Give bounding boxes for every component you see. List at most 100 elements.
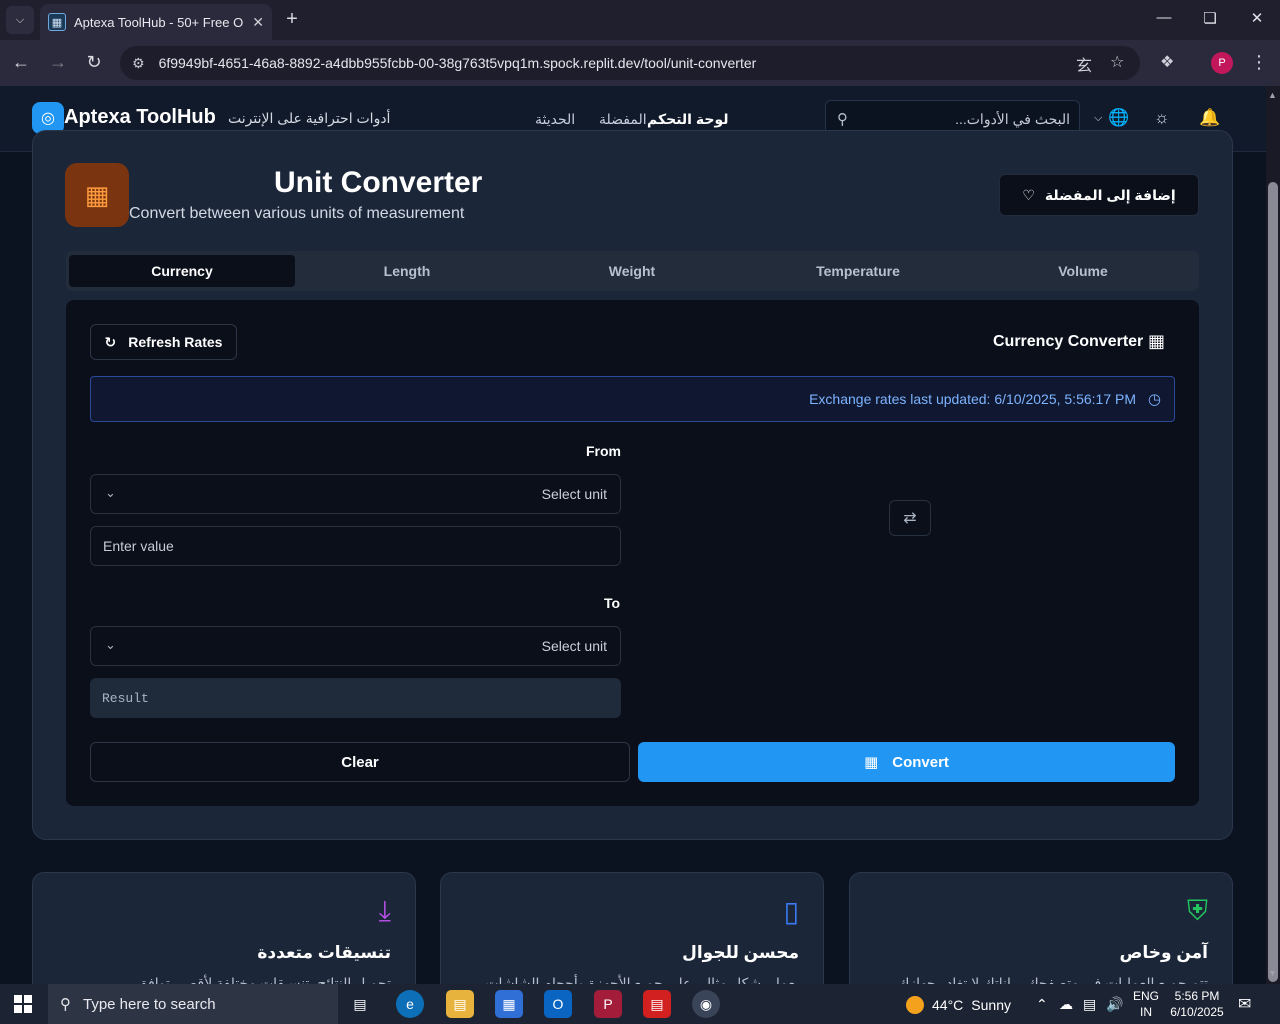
new-tab-plus-icon[interactable]: + <box>282 8 302 31</box>
restore-icon[interactable]: ❏ <box>1200 9 1220 27</box>
nav-recent[interactable]: الحديثة <box>535 111 575 128</box>
nav-dashboard[interactable]: لوحة التحكم <box>647 111 728 128</box>
to-label: To <box>604 595 621 611</box>
tab-weight[interactable]: Weight <box>519 255 745 287</box>
search-icon: ⚲ <box>837 111 848 128</box>
page-scrollbar[interactable]: ▲ ▼ <box>1266 86 1280 984</box>
tool-title: Unit Converter <box>274 166 483 199</box>
to-select-text: Select unit <box>541 638 607 654</box>
browser-menu-icon[interactable]: ⋮ <box>1250 52 1268 73</box>
chevron-down-icon[interactable]: ⌵ <box>1094 112 1102 125</box>
extensions-puzzle-icon[interactable]: ❖ <box>1160 52 1174 72</box>
clock-icon: ◷ <box>1147 391 1161 408</box>
outlook-icon[interactable]: O <box>544 990 572 1018</box>
chrome-icon[interactable]: ◉ <box>692 990 720 1018</box>
brand-tagline: أدوات احترافية على الإنترنت <box>228 110 391 126</box>
brand-name[interactable]: Aptexa ToolHub <box>64 106 216 129</box>
tool-description: Convert between various units of measure… <box>129 205 465 222</box>
calculator-icon: ▦ <box>864 754 879 771</box>
swap-units-icon[interactable]: ⇄ <box>889 500 931 536</box>
browser-tab-active[interactable]: ▦ Aptexa ToolHub - 50+ Free Onl ✕ <box>40 4 272 40</box>
taskbar-search-input[interactable] <box>83 995 243 1013</box>
chevron-down-icon: ⌄ <box>105 485 116 500</box>
translate-icon[interactable]: 玄 <box>1076 52 1092 76</box>
shield-icon: ⛨ <box>1186 895 1208 926</box>
chevron-down-icon: ⌄ <box>105 637 116 652</box>
windows-taskbar: ⚲ ▤ e ▤ ▦ O P ▤ ◉ 44°C Sunny ⌃ ☁ ▤ 🔊 ENG… <box>0 984 1280 1024</box>
network-icon[interactable]: ▤ <box>1083 996 1096 1013</box>
value-input[interactable] <box>90 526 621 566</box>
notifications-bell-icon[interactable]: 🔔 <box>1199 108 1220 128</box>
convert-label: Convert <box>892 753 949 771</box>
clock-time: 5:56 PM <box>1174 989 1220 1003</box>
tab-temperature[interactable]: Temperature <box>745 255 971 287</box>
chevron-down-icon: ⌵ <box>15 13 25 26</box>
windows-start-icon[interactable] <box>14 995 32 1013</box>
smartphone-icon: ▯ <box>783 896 799 927</box>
pdf-reader-icon[interactable]: ▤ <box>643 990 671 1018</box>
rates-updated-text: Exchange rates last updated: 6/10/2025, … <box>809 391 1136 407</box>
language-globe-icon[interactable]: 🌐 <box>1108 108 1129 128</box>
task-view-icon[interactable]: ▤ <box>346 990 374 1018</box>
scroll-down-icon[interactable]: ▼ <box>1268 968 1277 978</box>
theme-sun-icon[interactable]: ☼ <box>1154 108 1170 128</box>
from-select-text: Select unit <box>541 486 607 502</box>
site-settings-icon[interactable]: ⚙ <box>132 55 145 72</box>
back-arrow-icon[interactable]: ← <box>10 52 32 73</box>
pdf-app-icon[interactable]: P <box>594 990 622 1018</box>
from-unit-select[interactable]: ⌄ Select unit <box>90 474 621 514</box>
calculator-icon: ▦ <box>1148 331 1166 351</box>
clear-button[interactable]: Clear <box>90 742 630 782</box>
tab-volume[interactable]: Volume <box>970 255 1196 287</box>
microsoft-store-icon[interactable]: ▦ <box>495 990 523 1018</box>
edge-browser-icon[interactable]: e <box>396 990 424 1018</box>
browser-tab-strip: ⌵ ▦ Aptexa ToolHub - 50+ Free Onl ✕ + — … <box>0 0 1280 40</box>
heart-icon: ♡ <box>1022 186 1035 203</box>
feature-title: آمن وخاص <box>1119 943 1208 962</box>
scroll-thumb[interactable] <box>1268 182 1278 982</box>
bookmark-star-icon[interactable]: ☆ <box>1110 52 1124 72</box>
refresh-rates-button[interactable]: ↻ Refresh Rates <box>90 324 237 360</box>
system-clock[interactable]: 5:56 PM 6/10/2025 <box>1168 988 1226 1020</box>
scroll-up-icon[interactable]: ▲ <box>1268 90 1277 100</box>
add-to-favorites-button[interactable]: إضافة إلى المفضلة ♡ <box>999 174 1199 216</box>
onedrive-cloud-icon[interactable]: ☁ <box>1059 996 1073 1013</box>
language-indicator[interactable]: ENG IN <box>1133 988 1159 1020</box>
weather-widget[interactable]: 44°C Sunny <box>906 996 1011 1014</box>
tray-expand-icon[interactable]: ⌃ <box>1036 996 1048 1013</box>
weather-temp: 44°C <box>932 997 964 1013</box>
reload-icon[interactable]: ↻ <box>83 52 105 73</box>
tab-currency[interactable]: Currency <box>69 255 295 287</box>
tab-length[interactable]: Length <box>294 255 520 287</box>
sun-icon <box>906 996 924 1014</box>
search-icon: ⚲ <box>60 996 71 1013</box>
refresh-label: Refresh Rates <box>128 334 223 350</box>
refresh-icon: ↻ <box>104 333 117 350</box>
rates-info-banner: Exchange rates last updated: 6/10/2025, … <box>90 376 1175 422</box>
lang-bottom: IN <box>1140 1005 1152 1019</box>
close-icon[interactable]: ✕ <box>252 14 264 31</box>
profile-avatar[interactable]: P <box>1211 52 1233 74</box>
download-icon: ⤓ <box>378 895 391 926</box>
nav-favorites[interactable]: المفضلة <box>599 111 647 128</box>
address-bar[interactable]: ⚙ 6f9949bf-4651-46a8-8892-a4dbb955fcbb-0… <box>120 46 1140 80</box>
volume-icon[interactable]: 🔊 <box>1106 996 1123 1013</box>
feature-title: محسن للجوال <box>682 943 799 962</box>
weather-text: Sunny <box>971 997 1011 1013</box>
unit-tabs: Currency Length Weight Temperature Volum… <box>66 251 1199 291</box>
from-label: From <box>586 443 621 459</box>
window-close-icon[interactable]: ✕ <box>1247 9 1267 27</box>
forward-arrow-icon[interactable]: → <box>47 52 69 73</box>
url-text: 6f9949bf-4651-46a8-8892-a4dbb955fcbb-00-… <box>158 55 757 71</box>
convert-button[interactable]: ▦ Convert <box>638 742 1175 782</box>
file-explorer-icon[interactable]: ▤ <box>446 990 474 1018</box>
result-field[interactable] <box>90 678 621 718</box>
to-unit-select[interactable]: ⌄ Select unit <box>90 626 621 666</box>
converter-title: Currency Converter <box>993 333 1144 350</box>
taskbar-search[interactable]: ⚲ <box>48 984 338 1024</box>
minimize-icon[interactable]: — <box>1154 9 1174 26</box>
notification-center-icon[interactable]: ✉ <box>1238 994 1251 1014</box>
feature-title: تنسيقات متعددة <box>257 943 391 962</box>
tab-search-button[interactable]: ⌵ <box>6 6 34 34</box>
calculator-icon: ▦ <box>65 163 129 227</box>
